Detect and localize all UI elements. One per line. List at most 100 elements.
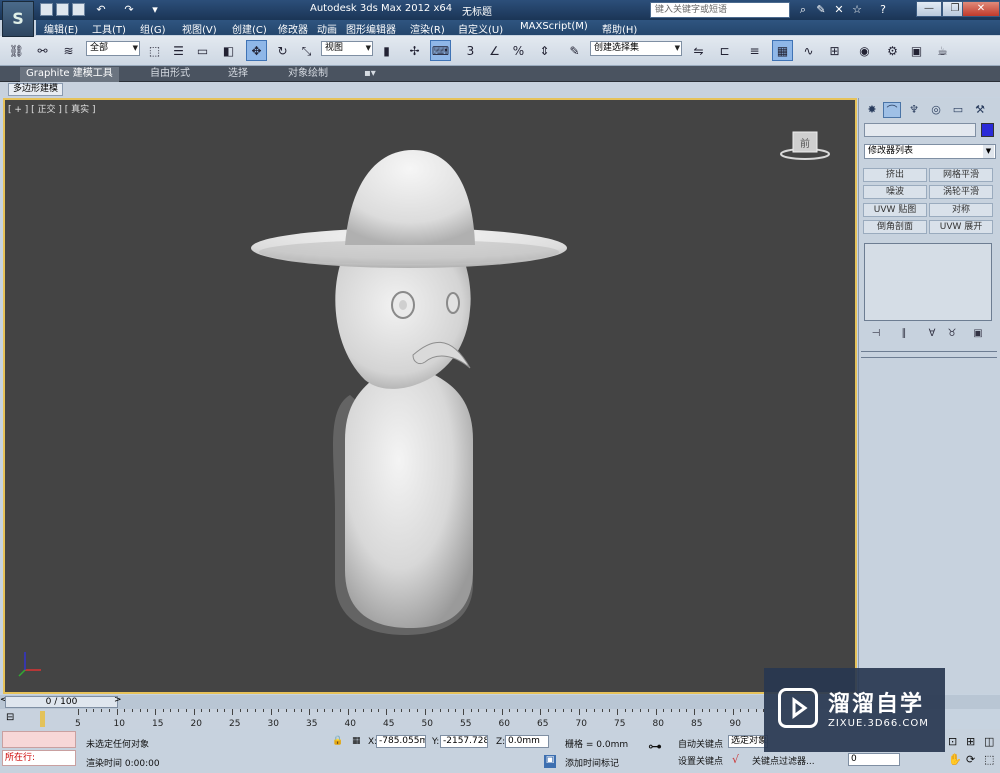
zoom-all-icon[interactable]: ⊞ <box>966 735 975 748</box>
modifier-stack[interactable] <box>864 243 992 321</box>
edit-named-selection-icon[interactable]: ✎ <box>564 40 585 61</box>
close-button[interactable]: ✕ <box>962 1 1000 17</box>
help-icon[interactable]: ? <box>876 3 890 17</box>
object-name-input[interactable] <box>864 123 976 137</box>
pivot-center-icon[interactable]: ▮ <box>376 40 397 61</box>
curve-editor-icon[interactable]: ∿ <box>798 40 819 61</box>
menu-views[interactable]: 视图(V) <box>182 21 217 36</box>
remove-modifier-icon[interactable]: ♉ <box>945 327 959 341</box>
configure-sets-icon[interactable]: ▣ <box>971 327 985 341</box>
tab-graphite[interactable]: Graphite 建模工具 <box>20 67 119 82</box>
new-file-icon[interactable] <box>40 3 53 16</box>
percent-snap-icon[interactable]: % <box>508 40 529 61</box>
maxscript-listener[interactable] <box>2 731 76 748</box>
pin-stack-icon[interactable]: ⊣ <box>869 327 883 341</box>
tab-selection[interactable]: 选择 <box>222 67 254 82</box>
render-setup-icon[interactable]: ⚙ <box>882 40 903 61</box>
y-coordinate-field[interactable]: -2157.728 <box>440 735 488 748</box>
ribbon-options-icon[interactable]: ▪▾ <box>358 67 382 82</box>
key-mode-icon[interactable]: ⊶ <box>648 739 662 755</box>
auto-key-button[interactable]: 自动关键点 <box>678 737 723 750</box>
track-bar[interactable]: ⊟ 5 10 15 20 25 30 35 40 45 50 55 60 65 70 75 80 85 90 <box>0 709 765 729</box>
align-icon[interactable]: ⊏ <box>714 40 735 61</box>
redo-icon[interactable]: ↷ <box>122 3 136 17</box>
tab-freeform[interactable]: 自由形式 <box>144 67 196 82</box>
perspective-viewport[interactable]: [ + ] [ 正交 ] [ 真实 ] 前 <box>3 98 857 694</box>
select-by-name-icon[interactable]: ☰ <box>168 40 189 61</box>
favorites-icon[interactable]: ☆ <box>850 3 864 17</box>
make-unique-icon[interactable]: ∀ <box>925 327 939 341</box>
material-editor-icon[interactable]: ◉ <box>854 40 875 61</box>
menu-maxscript[interactable]: MAXScript(M) <box>520 21 588 32</box>
display-tab-icon[interactable]: ▭ <box>949 102 967 118</box>
mirror-icon[interactable]: ⇋ <box>688 40 709 61</box>
motion-tab-icon[interactable]: ◎ <box>927 102 945 118</box>
rendered-frame-icon[interactable]: ▣ <box>906 40 927 61</box>
set-key-button[interactable]: 设置关键点 <box>678 754 723 767</box>
zoom-extents-icon[interactable]: ⊡ <box>948 735 957 748</box>
modifier-list-dropdown[interactable]: 修改器列表 <box>864 144 996 159</box>
lock-selection-icon[interactable]: 🔒 <box>332 736 343 746</box>
unlink-icon[interactable]: ⚯ <box>32 40 53 61</box>
graphite-toggle-icon[interactable]: ▦ <box>772 40 793 61</box>
select-rotate-icon[interactable]: ↻ <box>272 40 293 61</box>
symmetry-button[interactable]: 对称 <box>929 203 993 217</box>
undo-icon[interactable]: ↶ <box>94 3 108 17</box>
window-crossing-icon[interactable]: ◧ <box>218 40 239 61</box>
time-slider-thumb[interactable]: 0 / 100 <box>5 696 118 708</box>
select-scale-icon[interactable]: ⤡ <box>296 40 317 61</box>
reference-coordinate-dropdown[interactable]: 视图 <box>321 41 373 56</box>
communication-icon[interactable]: ✕ <box>832 3 846 17</box>
pan-icon[interactable]: ✋ <box>948 753 962 766</box>
x-coordinate-field[interactable]: -785.055m <box>376 735 426 748</box>
modify-tab-icon[interactable]: ⌒ <box>883 102 901 118</box>
quick-access-dropdown-icon[interactable]: ▾ <box>148 3 162 17</box>
z-coordinate-field[interactable]: 0.0mm <box>505 735 549 748</box>
snaps-toggle-icon[interactable]: 3 <box>460 40 481 61</box>
maximize-viewport-icon[interactable]: ◫ <box>984 735 994 748</box>
select-manipulate-icon[interactable]: ✢ <box>404 40 425 61</box>
time-next-arrow[interactable]: > <box>114 695 122 705</box>
spinner-snap-icon[interactable]: ⇕ <box>534 40 555 61</box>
time-tag-icon[interactable]: ▣ <box>544 755 556 768</box>
maxscript-line-field[interactable]: 所在行: <box>2 750 76 766</box>
current-frame-marker[interactable] <box>40 711 45 727</box>
object-color-swatch[interactable] <box>981 123 994 137</box>
angle-snap-icon[interactable]: ∠ <box>484 40 505 61</box>
uvw-map-button[interactable]: UVW 贴图 <box>863 203 927 217</box>
schematic-view-icon[interactable]: ⊞ <box>824 40 845 61</box>
show-end-result-icon[interactable]: ∥ <box>897 327 911 341</box>
turbosmooth-button[interactable]: 涡轮平滑 <box>929 185 993 199</box>
unwrap-uvw-button[interactable]: UVW 展开 <box>929 220 993 234</box>
absolute-mode-icon[interactable]: ▦ <box>352 736 361 746</box>
noise-button[interactable]: 噪波 <box>863 185 927 199</box>
selection-filter-dropdown[interactable]: 全部 <box>86 41 140 56</box>
select-object-icon[interactable]: ⬚ <box>144 40 165 61</box>
current-frame-field[interactable]: 0 <box>848 753 900 766</box>
menu-modifiers[interactable]: 修改器 <box>278 21 308 36</box>
bevel-profile-button[interactable]: 倒角剖面 <box>863 220 927 234</box>
menu-group[interactable]: 组(G) <box>140 21 166 36</box>
rectangular-selection-icon[interactable]: ▭ <box>192 40 213 61</box>
viewport-label[interactable]: [ + ] [ 正交 ] [ 真实 ] <box>8 102 96 115</box>
menu-create[interactable]: 创建(C) <box>232 21 267 36</box>
render-teapot-icon[interactable]: ☕ <box>932 40 953 61</box>
layer-manager-icon[interactable]: ≡ <box>744 40 765 61</box>
named-selection-dropdown[interactable]: 创建选择集 <box>590 41 682 56</box>
field-of-view-icon[interactable]: ⬚ <box>984 753 994 766</box>
minimize-button[interactable]: — <box>916 1 942 17</box>
menu-customize[interactable]: 自定义(U) <box>458 21 503 36</box>
hierarchy-tab-icon[interactable]: ♆ <box>905 102 923 118</box>
binoculars-icon[interactable]: ⌕ <box>796 3 810 17</box>
utilities-tab-icon[interactable]: ⚒ <box>971 102 989 118</box>
select-move-icon[interactable]: ✥ <box>246 40 267 61</box>
extrude-button[interactable]: 挤出 <box>863 168 927 182</box>
menu-help[interactable]: 帮助(H) <box>602 21 637 36</box>
app-logo-button[interactable]: S <box>2 1 34 37</box>
link-icon[interactable]: ⛓ <box>6 40 27 61</box>
menu-graph-editors[interactable]: 图形编辑器 <box>346 21 396 36</box>
mini-curve-editor-icon[interactable]: ⊟ <box>6 712 22 724</box>
open-file-icon[interactable] <box>56 3 69 16</box>
keyboard-shortcut-override-icon[interactable]: ⌨ <box>430 40 451 61</box>
menu-tools[interactable]: 工具(T) <box>92 21 126 36</box>
